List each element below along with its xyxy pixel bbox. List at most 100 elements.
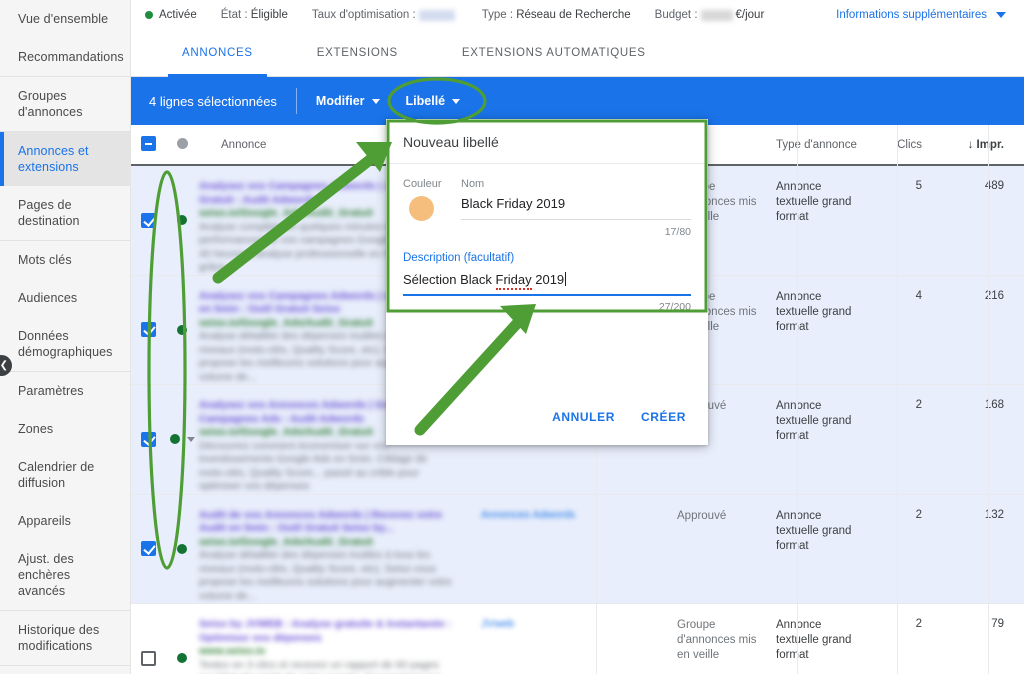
row-status-cell [165,166,199,275]
chevron-down-icon [452,98,461,104]
sidebar-item-overview[interactable]: Vue d'ensemble [0,0,130,38]
ad-group-link-cell[interactable]: JVweb [465,604,665,674]
row-select-cell [131,166,165,275]
sort-descending-icon: ↓ [967,138,974,151]
label-menu-button[interactable]: Libellé [406,94,461,108]
description-label: Description (facultatif) [403,252,515,264]
row-state-cell: Groupe d'annonces mis en veille [665,604,765,674]
tab-extensions-automatiques[interactable]: EXTENSIONS AUTOMATIQUES [448,30,660,77]
sidebar-item-label: Historique des modifications [18,623,100,653]
sidebar-item-landing-pages[interactable]: Pages de destination [0,186,130,241]
sidebar-item-recommendations[interactable]: Recommandations [0,38,130,77]
row-impr-cell: 216 [944,276,1024,385]
color-swatch[interactable] [409,196,434,221]
description-text-part3: 2019 [531,272,565,287]
clics-value: 2 [915,399,922,411]
header-type-annonce[interactable]: Type d'annonce [765,139,866,151]
sidebar-item-drafts[interactable]: Brouillons et [0,666,130,674]
ad-type: Annonce textuelle grand format [776,400,852,442]
tab-extensions[interactable]: EXTENSIONS [303,30,412,77]
sidebar-item-ads-and-extensions[interactable]: Annonces et extensions [0,132,130,186]
row-type-cell: Annonce textuelle grand format [765,166,866,275]
sidebar-item-label: Groupes d'annonces [18,89,83,119]
sidebar-item-change-history[interactable]: Historique des modifications [0,611,130,666]
table-row[interactable]: Seiso by JVWEB : Analyse gratuite & Inst… [131,604,1024,674]
row-checkbox[interactable] [140,212,156,228]
dialog-field-labels: Couleur Nom [403,178,691,190]
column-header-label: Impr. [976,138,1004,151]
ad-url: www.seiso.io [199,645,266,657]
sidebar-item-label: Zones [18,422,54,436]
ad-description: Analyse détaillée des dépenses inutiles … [199,549,452,602]
sidebar-item-devices[interactable]: Appareils [0,502,130,540]
column-header-label: Clics [897,138,922,151]
sidebar-item-audiences[interactable]: Audiences [0,279,130,317]
dialog-actions: ANNULER CRÉER [544,403,694,431]
impressions-value: 168 [984,399,1004,411]
sidebar-item-advanced-bid-adj[interactable]: Ajust. des enchères avancés [0,540,130,611]
row-status-cell [165,385,199,494]
impressions-value: 132 [984,508,1004,521]
row-clics-cell: 2 [866,385,944,494]
chevron-down-icon[interactable] [186,436,195,442]
sidebar-item-label: Annonces et extensions [18,144,89,174]
name-label: Nom [461,178,485,190]
tab-annonces[interactable]: ANNONCES [168,30,267,77]
column-header-label: Type d'annonce [776,138,857,151]
additional-info-toggle[interactable]: Informations supplémentaires [836,9,1006,21]
row-checkbox[interactable] [140,322,156,338]
status-circle-icon [176,137,188,149]
ad-preview-cell: Audit de vos Annonces Adwords | Recevez … [199,495,465,604]
budget-unit: €/jour [735,9,765,21]
row-type-cell: Annonce textuelle grand format [765,604,866,674]
ad-title: Seiso by JVWEB : Analyse gratuite & Inst… [199,618,452,644]
dialog-title: Nouveau libellé [386,119,708,164]
new-label-dialog: Nouveau libellé Couleur Nom Black Friday… [386,119,708,445]
row-checkbox[interactable] [140,431,156,447]
row-impr-cell: 168 [944,385,1024,494]
row-impr-cell: 79 [944,604,1024,674]
optimization-label: Taux d'optimisation : [311,9,416,21]
sidebar-item-keywords[interactable]: Mots clés [0,241,130,279]
description-char-counter: 27/200 [658,301,691,313]
cancel-button[interactable]: ANNULER [544,403,623,431]
description-text-misspelled: Friday [495,272,532,290]
description-input[interactable]: Sélection Black Friday 2019 [403,264,691,296]
status-dot-icon [169,434,180,445]
create-button[interactable]: CRÉER [633,403,694,431]
selection-toolbar: 4 lignes sélectionnées Modifier Libellé [131,77,1024,125]
row-checkbox[interactable] [140,650,156,666]
row-clics-cell: 4 [866,276,944,385]
header-clics[interactable]: Clics [866,139,944,151]
row-clics-cell: 5 [866,166,944,275]
budget-value-redacted [700,9,733,21]
clics-value: 5 [915,180,922,192]
sidebar-item-label: Mots clés [18,253,72,267]
ad-group-link-cell[interactable]: Annonces Adwords [465,495,665,604]
name-input[interactable]: Black Friday 2019 [461,196,691,220]
row-checkbox[interactable] [140,541,156,557]
sidebar-item-settings[interactable]: Paramètres [0,372,130,410]
table-row[interactable]: Audit de vos Annonces Adwords | Recevez … [131,494,1024,604]
header-impressions[interactable]: ↓ Impr. [944,139,1024,151]
row-status-cell [165,495,199,604]
select-all-checkbox[interactable] [140,135,156,151]
sidebar-item-label: Audiences [18,291,78,305]
tab-label: ANNONCES [182,46,253,59]
sidebar-item-label: Appareils [18,514,72,528]
row-status-cell [165,604,199,674]
ad-type: Annonce textuelle grand format [776,509,852,552]
sidebar-item-label: Paramètres [18,384,84,398]
sidebar-item-label: Ajust. des enchères avancés [18,552,74,598]
sidebar-item-locations[interactable]: Zones [0,410,130,448]
modify-menu-button[interactable]: Modifier [316,94,380,108]
row-state-cell: Approuvé [665,495,765,604]
status-dot-icon [177,653,187,664]
row-select-cell [131,495,165,604]
row-status-cell [165,276,199,385]
sidebar-item-demographics[interactable]: Données démographiques [0,317,130,372]
type-label: Type : [481,9,514,21]
sidebar-item-ad-schedule[interactable]: Calendrier de diffusion [0,448,130,502]
sidebar-item-ad-groups[interactable]: Groupes d'annonces [0,77,130,132]
status-badge: Activée [145,9,197,21]
